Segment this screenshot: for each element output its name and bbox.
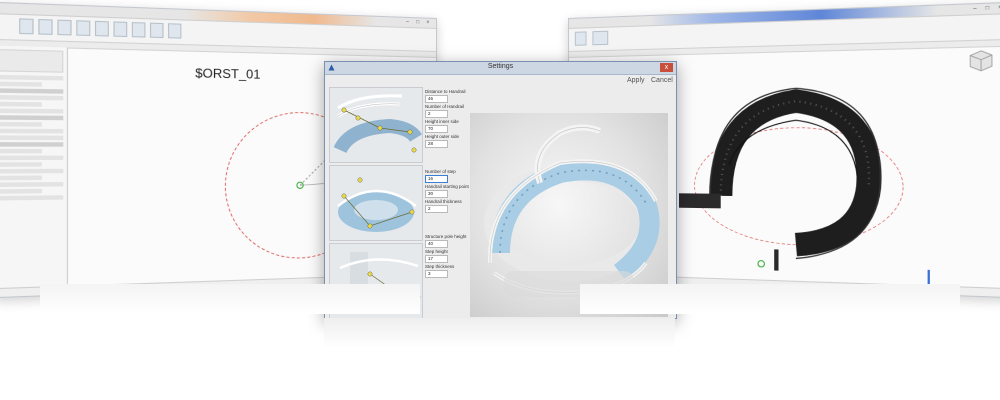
right-reflection	[580, 284, 960, 314]
field-label: Number of step	[425, 169, 456, 174]
properties-panel	[0, 45, 69, 289]
field-label: Step thickness	[425, 264, 455, 269]
ribbon-tool-icon[interactable]	[150, 22, 164, 39]
field-label: Height outer side	[425, 134, 460, 139]
ribbon-tool-icon[interactable]	[592, 30, 609, 46]
browser-item[interactable]	[0, 168, 64, 174]
left-reflection	[40, 284, 420, 314]
property-row[interactable]	[0, 108, 64, 114]
browser-item[interactable]	[0, 188, 42, 194]
3d-stair-render[interactable]	[679, 67, 921, 287]
dialog-titlebar: Settings x	[325, 62, 676, 75]
property-row[interactable]	[0, 101, 42, 107]
number-of-step-input[interactable]: 16	[425, 175, 448, 183]
property-row[interactable]	[0, 115, 64, 121]
property-row[interactable]	[0, 135, 64, 141]
ribbon-tool-icon[interactable]	[113, 21, 128, 38]
field-label: Distance to Handrail	[425, 89, 466, 94]
handrail-starting-point-input[interactable]: 30	[425, 190, 448, 198]
step-height-input[interactable]: 17	[425, 255, 448, 263]
dialog-body: Apply Cancel Distance to Handrail 46 Num…	[325, 75, 676, 319]
field-label: Structure pole height	[425, 234, 467, 239]
window-controls[interactable]: – □ ×	[406, 19, 432, 26]
property-row[interactable]	[0, 88, 64, 94]
apply-button[interactable]: Apply	[627, 77, 645, 84]
window-controls[interactable]: – □ ×	[973, 4, 1000, 12]
height-outer-side-input[interactable]: 28	[425, 140, 448, 148]
property-row[interactable]	[0, 128, 64, 134]
number-of-handrail-input[interactable]: 2	[425, 110, 448, 118]
navigation-cube-icon[interactable]	[968, 48, 995, 73]
close-icon[interactable]: x	[660, 63, 673, 72]
browser-item[interactable]	[0, 155, 64, 161]
handrail-thickness-input[interactable]: 2	[425, 205, 448, 213]
field-label: Handrail starting point	[425, 184, 469, 189]
property-row[interactable]	[0, 81, 42, 87]
browser-item[interactable]	[0, 162, 42, 167]
steps-diagram-thumbnail	[329, 165, 423, 241]
ribbon-tool-icon[interactable]	[76, 20, 91, 37]
ribbon-tool-icon[interactable]	[38, 18, 53, 35]
ribbon-tool-icon[interactable]	[94, 20, 109, 37]
height-inner-side-input[interactable]: 70	[425, 125, 448, 133]
browser-item[interactable]	[0, 195, 64, 201]
ribbon-tool-icon[interactable]	[19, 18, 34, 35]
browser-item[interactable]	[0, 182, 64, 188]
field-label: Handrail thickness	[425, 199, 462, 204]
parameter-fields: Distance to Handrail 46 Number of Handra…	[425, 89, 471, 279]
field-label: Step height	[425, 249, 448, 254]
dialog-reflection	[324, 318, 675, 348]
property-row[interactable]	[0, 95, 64, 101]
structure-pole-height-input[interactable]: 40	[425, 240, 448, 248]
ribbon-tool-icon[interactable]	[574, 31, 587, 46]
ribbon-tool-icon[interactable]	[57, 19, 72, 36]
field-label: Height inner side	[425, 119, 459, 124]
settings-dialog: Settings x Apply Cancel Distance to Hand…	[324, 61, 677, 319]
handrail-diagram-thumbnail	[329, 87, 423, 163]
dialog-title: Settings	[487, 63, 514, 70]
distance-to-handrail-input[interactable]: 46	[425, 95, 448, 103]
field-label: Number of Handrail	[425, 104, 465, 109]
browser-item[interactable]	[0, 175, 42, 181]
ribbon-tool-icon[interactable]	[168, 23, 182, 39]
project-browser-header	[0, 142, 64, 147]
product-showcase: – □ × $ORST_01 – □ Settings x Apply Canc…	[0, 0, 1000, 400]
ribbon-tool-icon[interactable]	[131, 22, 146, 38]
cancel-button[interactable]: Cancel	[651, 77, 673, 84]
property-row[interactable]	[0, 121, 42, 127]
browser-item[interactable]	[0, 148, 42, 154]
step-thickness-input[interactable]: 3	[425, 270, 448, 278]
